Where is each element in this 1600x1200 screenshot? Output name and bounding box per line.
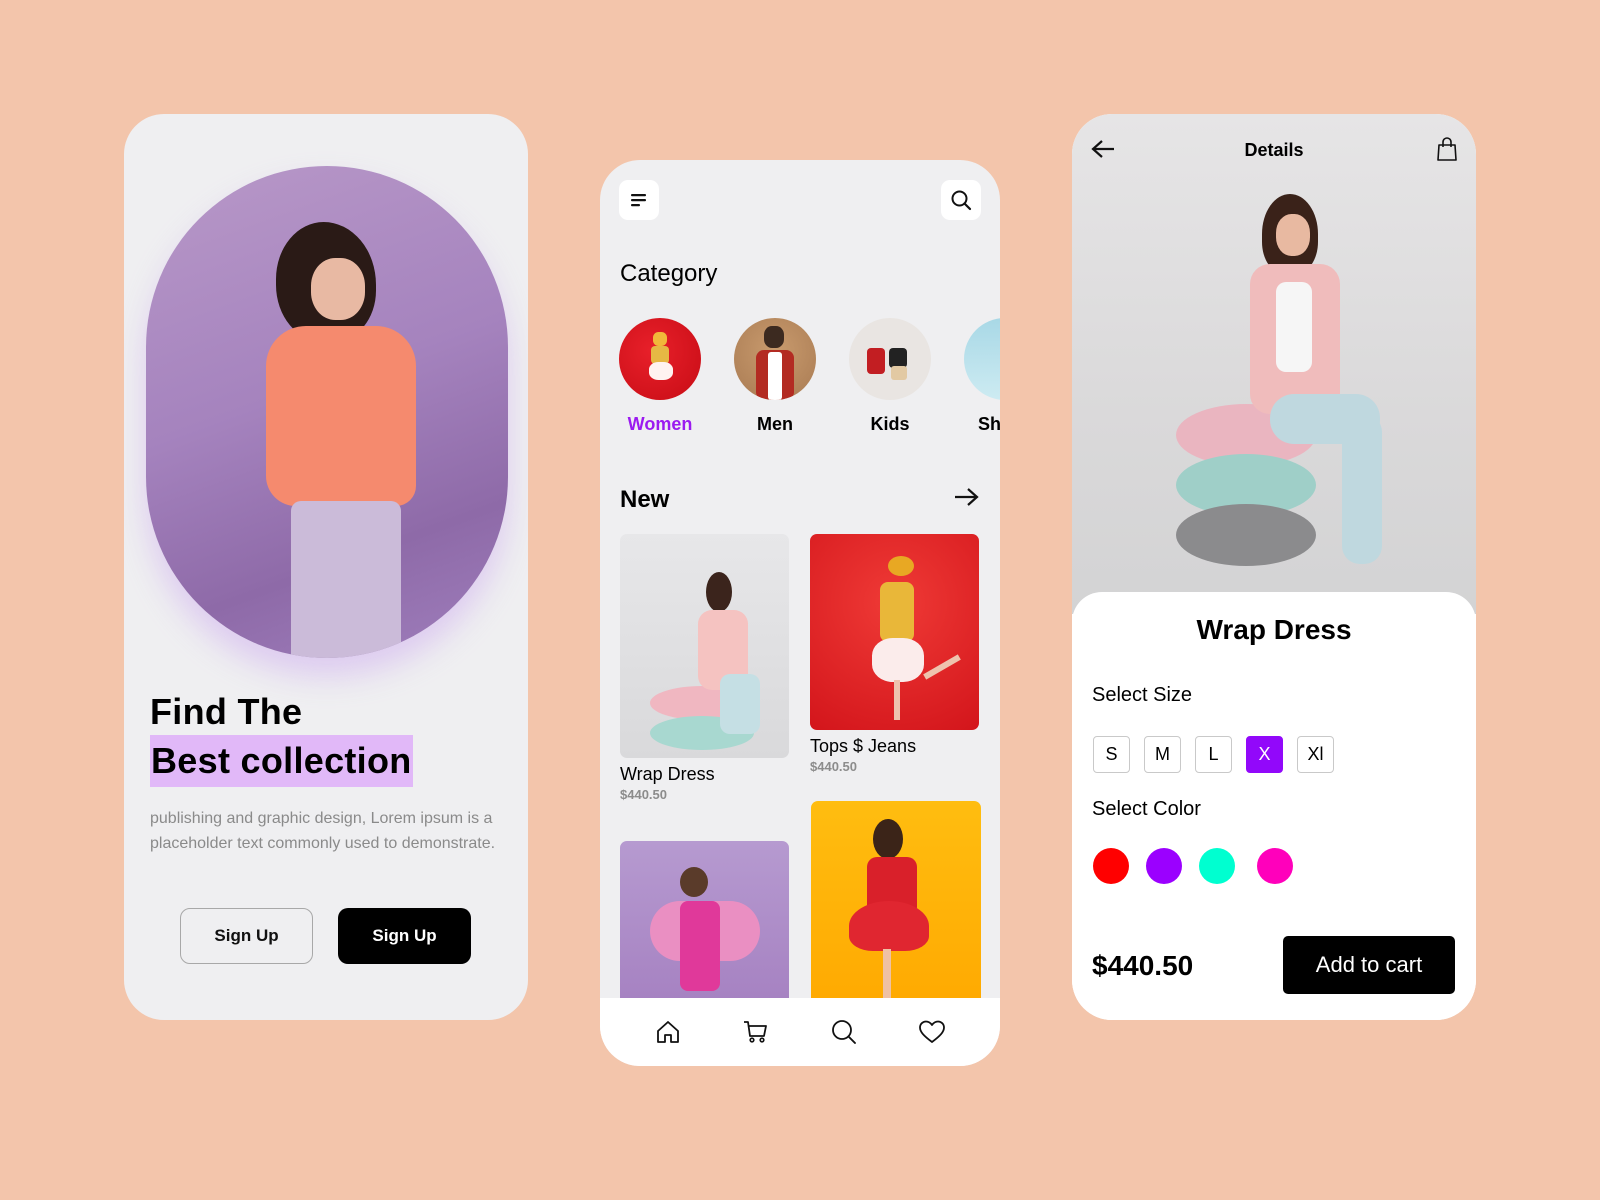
product-title: Wrap Dress (1196, 614, 1352, 645)
category-label: Kids (870, 414, 910, 434)
search-icon (832, 1020, 856, 1044)
add-to-cart-button[interactable]: Add to cart (1283, 936, 1455, 994)
model-pants (291, 501, 401, 658)
onboarding-screen: Find The Best collection publishing and … (124, 114, 528, 1020)
select-size-label: Select Size (1092, 684, 1193, 706)
menu-icon (631, 194, 646, 207)
bottom-tab-bar (600, 998, 1000, 1066)
product-card[interactable]: Tops $ Jeans $440.50 (810, 534, 979, 774)
shopping-bag-icon[interactable] (1436, 136, 1458, 162)
category-men-image (734, 318, 816, 400)
color-swatch-red[interactable] (1093, 848, 1129, 884)
heart-icon (919, 1020, 945, 1043)
category-label: Women (627, 414, 693, 434)
category-label: Men (757, 414, 793, 434)
product-name: Wrap Dress (620, 764, 715, 784)
model-sweater (266, 326, 416, 506)
size-option-x[interactable]: X (1246, 736, 1283, 773)
sign-up-button[interactable]: Sign Up (338, 908, 471, 964)
tab-search[interactable] (824, 1012, 864, 1052)
category-women[interactable]: Women (619, 318, 701, 435)
size-option-l[interactable]: L (1195, 736, 1232, 773)
category-heading: Category (620, 260, 718, 287)
product-card[interactable] (811, 801, 981, 1021)
sign-up-outline-button[interactable]: Sign Up (180, 908, 313, 964)
size-selector: S M L X Xl (1093, 736, 1334, 773)
category-women-image (619, 318, 701, 400)
details-sheet: Wrap Dress Select Size S M L X Xl Select… (1072, 592, 1476, 1020)
select-color-label: Select Color (1092, 798, 1201, 820)
title-line-2-highlight: Best collection (150, 735, 413, 787)
color-swatch-pink[interactable] (1257, 848, 1293, 884)
category-shoes-image (964, 318, 1000, 400)
product-price: $440.50 (1092, 950, 1194, 981)
product-name: Tops $ Jeans (810, 736, 917, 756)
home-icon (657, 1021, 679, 1043)
search-icon (951, 190, 972, 211)
category-kids[interactable]: Kids (849, 318, 931, 435)
color-selector (1093, 848, 1293, 884)
product-image (811, 801, 981, 1021)
cart-icon (744, 1021, 767, 1043)
arrow-right-icon[interactable] (954, 486, 980, 508)
category-shoes[interactable]: Shoes (964, 318, 1000, 435)
tab-cart[interactable] (736, 1012, 776, 1052)
new-heading: New (620, 486, 670, 513)
color-swatch-aqua[interactable] (1199, 848, 1235, 884)
product-card[interactable] (620, 841, 789, 1021)
home-screen: Category Women Men Kids Sh New Wrap Dres… (600, 160, 1000, 1066)
category-label: Shoes (977, 414, 1000, 434)
search-button[interactable] (941, 180, 981, 220)
product-image (810, 534, 979, 730)
category-men[interactable]: Men (734, 318, 816, 435)
details-header: Details (1072, 136, 1476, 168)
tab-favorites[interactable] (912, 1012, 952, 1052)
menu-button[interactable] (619, 180, 659, 220)
onboarding-description: publishing and graphic design, Lorem ips… (150, 810, 496, 852)
size-option-s[interactable]: S (1093, 736, 1130, 773)
color-swatch-purple[interactable] (1146, 848, 1182, 884)
category-kids-image (849, 318, 931, 400)
details-screen: Details Wrap Dress Select Size S M L X X… (1072, 114, 1476, 1020)
product-image (620, 534, 789, 758)
tab-home[interactable] (648, 1012, 688, 1052)
product-card[interactable]: Wrap Dress $440.50 (620, 534, 789, 802)
product-photo (1072, 114, 1476, 614)
title-line-1: Find The (150, 691, 303, 732)
product-price: $440.50 (620, 787, 667, 802)
size-option-m[interactable]: M (1144, 736, 1181, 773)
category-list: Women Men Kids Shoes (619, 318, 1000, 435)
product-price: $440.50 (810, 759, 857, 774)
size-option-xl[interactable]: Xl (1297, 736, 1334, 773)
model-face (311, 258, 365, 320)
details-title: Details (1244, 140, 1304, 160)
onboarding-title: Find The Best collection (150, 688, 413, 787)
product-image (620, 841, 789, 1021)
hero-image (146, 166, 508, 658)
